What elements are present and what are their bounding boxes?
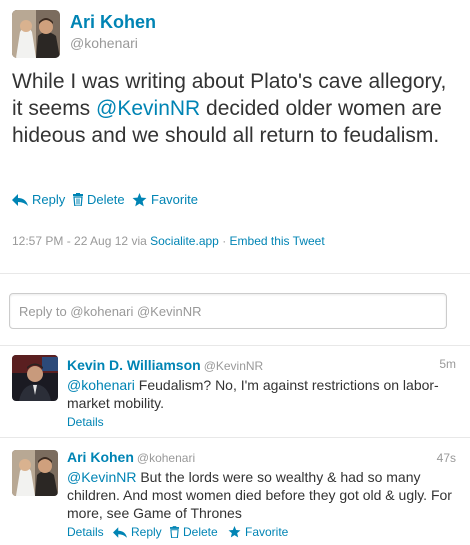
tweet-meta: 12:57 PM - 22 Aug 12 via Socialite.app ·…	[12, 234, 325, 248]
reply-author[interactable]: Ari Kohen @kohenari	[67, 449, 195, 465]
reply-actions: Details	[67, 415, 104, 431]
avatar[interactable]	[12, 355, 58, 401]
divider	[0, 273, 470, 274]
mention-link[interactable]: @KevinNR	[67, 469, 136, 485]
reply-author-name[interactable]: Ari Kohen	[67, 449, 134, 465]
reply-time[interactable]: 5m	[439, 357, 456, 371]
reply-label: Reply	[32, 192, 66, 207]
reply-author-handle[interactable]: @KevinNR	[204, 359, 264, 373]
favorite-button[interactable]: Favorite	[228, 525, 288, 539]
delete-button[interactable]: Delete	[73, 192, 125, 207]
reply-label: Reply	[131, 525, 162, 539]
reply-author-handle[interactable]: @kohenari	[137, 451, 195, 465]
reply-button[interactable]: Reply	[113, 525, 162, 539]
mention-link[interactable]: @KevinNR	[96, 97, 200, 120]
details-link[interactable]: Details	[67, 525, 104, 539]
reply-button[interactable]: Reply	[12, 192, 65, 207]
trash-icon	[73, 193, 83, 206]
mention-link[interactable]: @kohenari	[67, 377, 135, 393]
reply-text: @kohenari Feudalism? No, I'm against res…	[67, 376, 455, 412]
favorite-button[interactable]: Favorite	[132, 192, 198, 207]
reply-text: @KevinNR But the lords were so wealthy &…	[67, 468, 455, 522]
avatar[interactable]	[12, 450, 58, 496]
author-handle[interactable]: @kohenari	[70, 35, 138, 51]
meta-separator: ·	[222, 234, 227, 248]
avatar-photo-icon	[12, 10, 60, 58]
avatar-photo-icon	[12, 450, 58, 496]
via-label: via	[131, 234, 147, 248]
reply-tweet: Kevin D. Williamson @KevinNR 5m @kohenari…	[0, 345, 470, 437]
reply-tweet: Ari Kohen @kohenari 47s @KevinNR But the …	[0, 437, 470, 545]
author-name[interactable]: Ari Kohen	[70, 12, 156, 33]
trash-icon	[170, 526, 179, 538]
star-icon	[228, 526, 241, 538]
favorite-label: Favorite	[245, 525, 289, 539]
via-app-link[interactable]: Socialite.app	[150, 234, 219, 248]
details-label: Details	[67, 525, 104, 539]
embed-tweet-link[interactable]: Embed this Tweet	[230, 234, 325, 248]
avatar-photo-icon	[12, 355, 58, 401]
favorite-label: Favorite	[151, 192, 198, 207]
delete-label: Delete	[183, 525, 218, 539]
delete-button[interactable]: Delete	[170, 525, 218, 539]
star-icon	[132, 192, 147, 206]
reply-input[interactable]: Reply to @kohenari @KevinNR	[9, 293, 447, 329]
details-link[interactable]: Details	[67, 415, 104, 429]
tweet-text: While I was writing about Plato's cave a…	[12, 68, 458, 149]
reply-icon	[113, 526, 127, 538]
avatar[interactable]	[12, 10, 60, 58]
delete-label: Delete	[87, 192, 125, 207]
timestamp[interactable]: 12:57 PM - 22 Aug 12	[12, 234, 128, 248]
reply-time[interactable]: 47s	[437, 451, 456, 465]
reply-author[interactable]: Kevin D. Williamson @KevinNR	[67, 357, 263, 373]
reply-icon	[12, 193, 28, 206]
reply-author-name[interactable]: Kevin D. Williamson	[67, 357, 201, 373]
tweet-header: Ari Kohen @kohenari	[12, 10, 452, 58]
